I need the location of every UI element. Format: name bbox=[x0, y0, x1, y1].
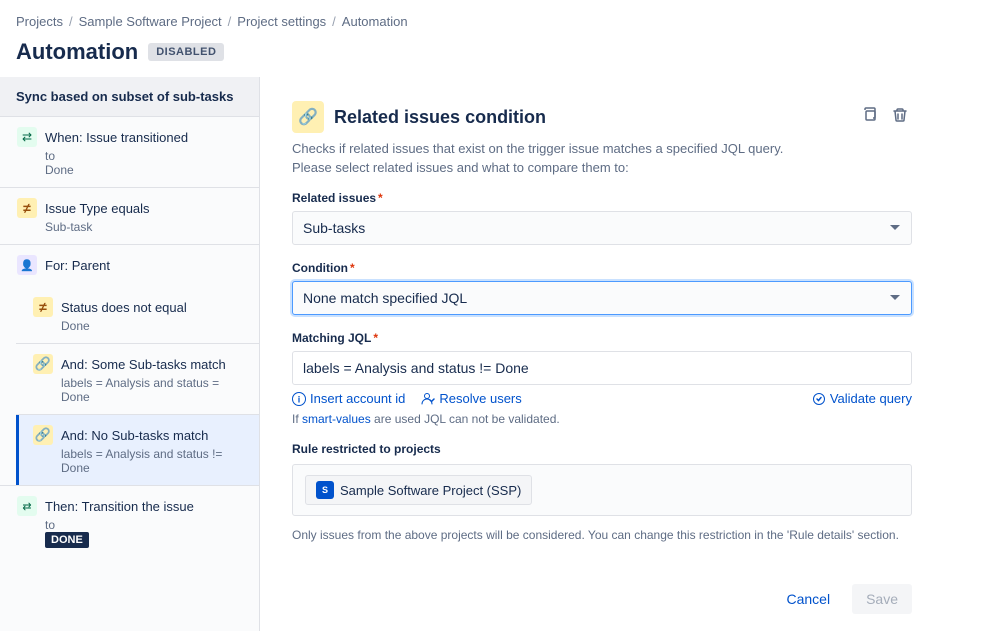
project-tag: S Sample Software Project (SSP) bbox=[305, 475, 532, 505]
breadcrumb-sep-1: / bbox=[69, 14, 73, 29]
trigger-detail: toDone bbox=[45, 149, 245, 177]
sidebar-item-condition4[interactable]: 🔗 And: No Sub-tasks match labels = Analy… bbox=[16, 415, 259, 485]
condition3-detail: labels = Analysis and status = Done bbox=[61, 376, 245, 404]
condition3-icon: 🔗 bbox=[33, 354, 53, 374]
condition-label: Condition* bbox=[292, 261, 912, 275]
project-avatar: S bbox=[316, 481, 334, 499]
sidebar-item-condition2[interactable]: ≠ Status does not equal Done bbox=[16, 287, 259, 343]
condition2-label: Status does not equal bbox=[61, 300, 187, 315]
page-title: Automation bbox=[16, 39, 138, 65]
sidebar-item-trigger[interactable]: ⇄ When: Issue transitioned toDone bbox=[0, 117, 259, 187]
breadcrumb-automation: Automation bbox=[342, 14, 408, 29]
condition3-label: And: Some Sub-tasks match bbox=[61, 357, 226, 372]
matching-jql-label: Matching JQL* bbox=[292, 331, 912, 345]
status-badge: DISABLED bbox=[148, 43, 224, 61]
trigger-label: When: Issue transitioned bbox=[45, 130, 188, 145]
inline-actions: i Insert account id Resolve users Valida… bbox=[292, 391, 912, 406]
rule-restricted-group: Rule restricted to projects S Sample Sof… bbox=[292, 442, 912, 544]
for-label: For: Parent bbox=[45, 258, 110, 273]
sidebar-item-condition3[interactable]: 🔗 And: Some Sub-tasks match labels = Ana… bbox=[16, 344, 259, 414]
matching-jql-group: Matching JQL* i Insert account id Resolv… bbox=[292, 331, 912, 426]
condition-description: Checks if related issues that exist on t… bbox=[292, 141, 912, 156]
condition1-label: Issue Type equals bbox=[45, 201, 150, 216]
project-tag-label: Sample Software Project (SSP) bbox=[340, 483, 521, 498]
condition-icon-box: 🔗 bbox=[292, 101, 324, 133]
sidebar: Sync based on subset of sub-tasks ⇄ When… bbox=[0, 77, 260, 631]
svg-text:i: i bbox=[298, 394, 301, 404]
condition1-icon: ≠ bbox=[17, 198, 37, 218]
condition-sub-description: Please select related issues and what to… bbox=[292, 160, 912, 175]
validate-query-link[interactable]: Validate query bbox=[812, 391, 912, 406]
condition2-detail: Done bbox=[61, 319, 245, 333]
smart-values-link[interactable]: smart-values bbox=[302, 412, 371, 426]
breadcrumb-sep-3: / bbox=[332, 14, 336, 29]
related-issues-select[interactable]: Sub-tasks Linked issues Parent Child iss… bbox=[292, 211, 912, 245]
condition-card: 🔗 Related issues condition bbox=[292, 101, 912, 614]
condition4-detail: labels = Analysis and status != Done bbox=[61, 447, 245, 475]
related-issues-label: Related issues* bbox=[292, 191, 912, 205]
breadcrumb-projects[interactable]: Projects bbox=[16, 14, 63, 29]
delete-button[interactable] bbox=[888, 103, 912, 132]
save-button[interactable]: Save bbox=[852, 584, 912, 614]
projects-block: S Sample Software Project (SSP) bbox=[292, 464, 912, 516]
breadcrumb-sep-2: / bbox=[228, 14, 232, 29]
copy-button[interactable] bbox=[858, 103, 882, 132]
then-label: Then: Transition the issue bbox=[45, 499, 194, 514]
main-layout: Sync based on subset of sub-tasks ⇄ When… bbox=[0, 77, 999, 631]
condition-select[interactable]: All match specified JQL Some match speci… bbox=[292, 281, 912, 315]
condition4-label: And: No Sub-tasks match bbox=[61, 428, 208, 443]
then-detail: to DONE bbox=[45, 518, 245, 546]
page-header: Automation DISABLED bbox=[0, 35, 999, 77]
condition-actions bbox=[858, 103, 912, 132]
cancel-button[interactable]: Cancel bbox=[772, 584, 844, 614]
only-issues-note: Only issues from the above projects will… bbox=[292, 526, 912, 544]
matching-jql-input[interactable] bbox=[292, 351, 912, 385]
insert-account-id-link[interactable]: i Insert account id bbox=[292, 391, 405, 406]
breadcrumb-sample-project[interactable]: Sample Software Project bbox=[79, 14, 222, 29]
then-icon: ⇄ bbox=[17, 496, 37, 516]
for-icon: 👤 bbox=[17, 255, 37, 275]
related-issues-group: Related issues* Sub-tasks Linked issues … bbox=[292, 191, 912, 245]
condition-title: Related issues condition bbox=[334, 107, 848, 128]
sidebar-item-for[interactable]: 👤 For: Parent bbox=[0, 245, 259, 287]
condition2-icon: ≠ bbox=[33, 297, 53, 317]
condition-header: 🔗 Related issues condition bbox=[292, 101, 912, 133]
breadcrumb: Projects / Sample Software Project / Pro… bbox=[0, 0, 999, 35]
condition4-icon: 🔗 bbox=[33, 425, 53, 445]
content-area: 🔗 Related issues condition bbox=[260, 77, 999, 631]
sidebar-item-then[interactable]: ⇄ Then: Transition the issue to DONE bbox=[0, 486, 259, 556]
rule-restricted-label: Rule restricted to projects bbox=[292, 442, 912, 456]
condition-group: Condition* All match specified JQL Some … bbox=[292, 261, 912, 315]
trigger-icon: ⇄ bbox=[17, 127, 37, 147]
smart-values-note: If smart-values are used JQL can not be … bbox=[292, 412, 912, 426]
breadcrumb-project-settings[interactable]: Project settings bbox=[237, 14, 326, 29]
condition1-detail: Sub-task bbox=[45, 220, 245, 234]
sidebar-item-condition1[interactable]: ≠ Issue Type equals Sub-task bbox=[0, 188, 259, 244]
form-footer: Cancel Save bbox=[292, 568, 912, 614]
sidebar-title: Sync based on subset of sub-tasks bbox=[0, 77, 259, 117]
resolve-users-link[interactable]: Resolve users bbox=[421, 391, 521, 406]
